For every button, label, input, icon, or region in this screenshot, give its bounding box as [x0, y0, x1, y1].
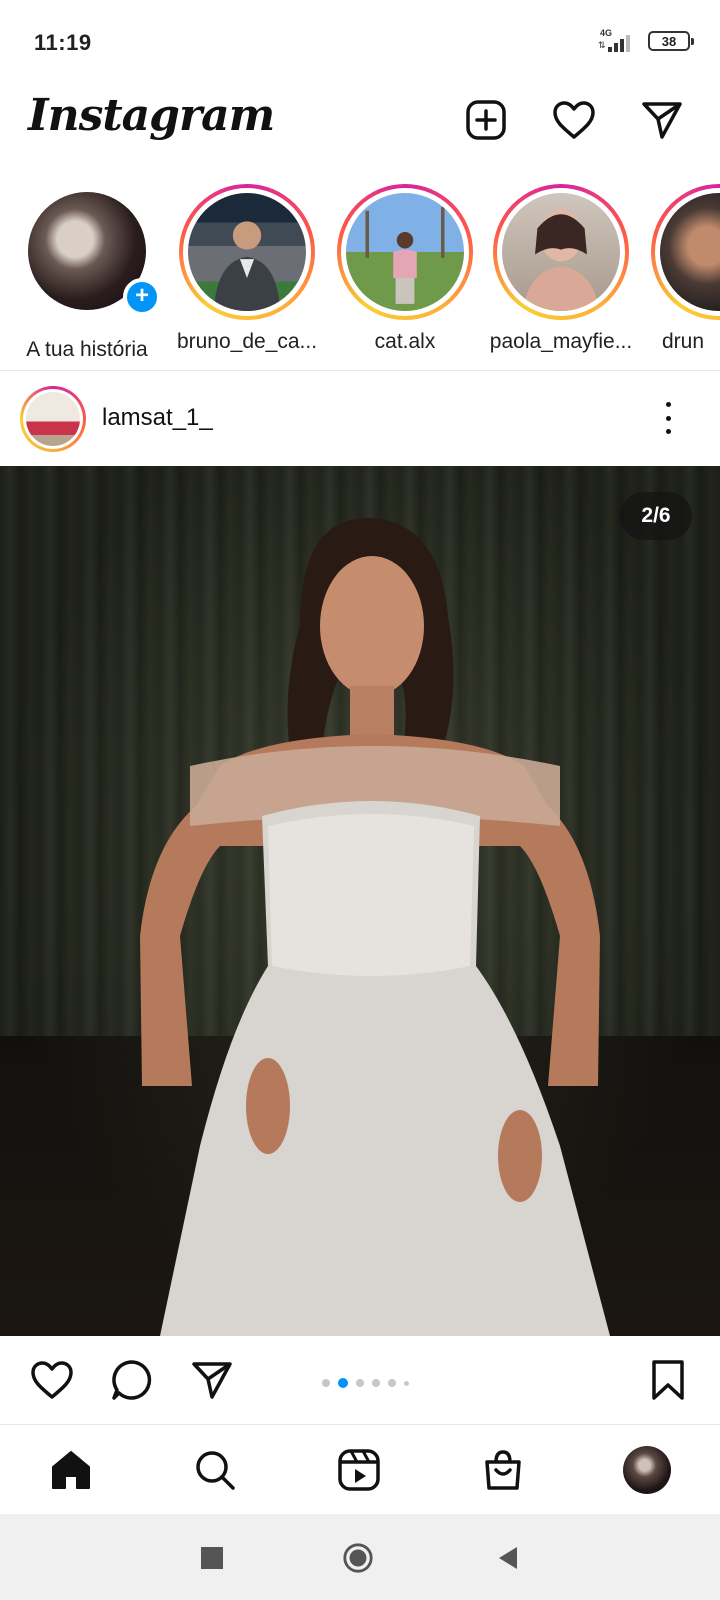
share-icon[interactable] [188, 1356, 236, 1404]
story-avatar [188, 193, 306, 311]
direct-message-icon[interactable] [640, 98, 684, 142]
post-image[interactable]: 2/6 [0, 466, 720, 1336]
stories-tray[interactable]: + A tua história bruno_de_ca... cat.alx … [0, 184, 720, 366]
story-item[interactable]: drun [644, 184, 720, 354]
comment-icon[interactable] [108, 1356, 156, 1404]
carousel-dots [322, 1378, 409, 1388]
story-ring [179, 184, 315, 320]
avatar [623, 1446, 671, 1494]
post-header: lamsat_1_ [0, 374, 720, 464]
bride-figure [140, 517, 610, 1336]
story-label: cat.alx [374, 330, 436, 353]
add-story-icon[interactable]: + [123, 278, 161, 316]
stories-divider [0, 370, 720, 371]
app-header: Instagram [0, 84, 720, 180]
home-button-icon[interactable] [342, 1542, 374, 1574]
story-label: paola_mayfie... [489, 330, 633, 353]
story-avatar [502, 193, 620, 311]
signal-bars [608, 35, 630, 52]
data-arrows-icon: ⇅ [598, 40, 606, 50]
like-icon[interactable] [28, 1356, 76, 1404]
shop-icon[interactable] [478, 1445, 528, 1495]
story-own[interactable]: + A tua história [12, 184, 162, 362]
instagram-logo[interactable]: Instagram [28, 90, 275, 141]
reels-icon[interactable] [334, 1445, 384, 1495]
story-ring [651, 184, 720, 320]
status-bar: 11:19 4G ⇅ 38 [0, 0, 720, 84]
profile-avatar[interactable] [622, 1445, 672, 1495]
carousel-dot [322, 1379, 330, 1387]
story-avatar [346, 193, 464, 311]
carousel-dot-active [338, 1378, 348, 1388]
status-indicators: 4G ⇅ 38 [598, 28, 694, 54]
save-icon[interactable] [644, 1356, 692, 1404]
carousel-dot [388, 1379, 396, 1387]
story-item[interactable]: paola_mayfie... [486, 184, 636, 354]
post-avatar [26, 392, 80, 446]
bottom-navigation [0, 1424, 720, 1514]
header-actions [464, 98, 684, 142]
story-label: A tua história [26, 338, 148, 361]
battery-level: 38 [661, 33, 677, 49]
carousel-dot [356, 1379, 364, 1387]
recents-icon[interactable] [196, 1542, 228, 1574]
signal-icon: 4G ⇅ [598, 28, 636, 54]
carousel-dot [372, 1379, 380, 1387]
page-counter: 2/6 [620, 492, 692, 540]
story-ring [337, 184, 473, 320]
system-navigation [0, 1514, 720, 1600]
battery-icon: 38 [648, 31, 694, 51]
more-options-icon[interactable] [656, 398, 680, 438]
story-item[interactable]: cat.alx [330, 184, 480, 354]
search-icon[interactable] [190, 1445, 240, 1495]
story-item[interactable]: bruno_de_ca... [172, 184, 322, 354]
post-avatar-ring[interactable] [20, 386, 86, 452]
heart-icon[interactable] [552, 98, 596, 142]
post-actions [0, 1336, 720, 1424]
story-label: drun [662, 330, 705, 353]
status-time: 11:19 [34, 30, 92, 55]
home-icon[interactable] [46, 1445, 96, 1495]
story-label: bruno_de_ca... [176, 330, 318, 353]
carousel-dot [404, 1380, 409, 1386]
new-post-icon[interactable] [464, 98, 508, 142]
story-ring [493, 184, 629, 320]
story-avatar [660, 193, 720, 311]
post-username[interactable]: lamsat_1_ [102, 404, 213, 432]
back-icon[interactable] [492, 1542, 524, 1574]
